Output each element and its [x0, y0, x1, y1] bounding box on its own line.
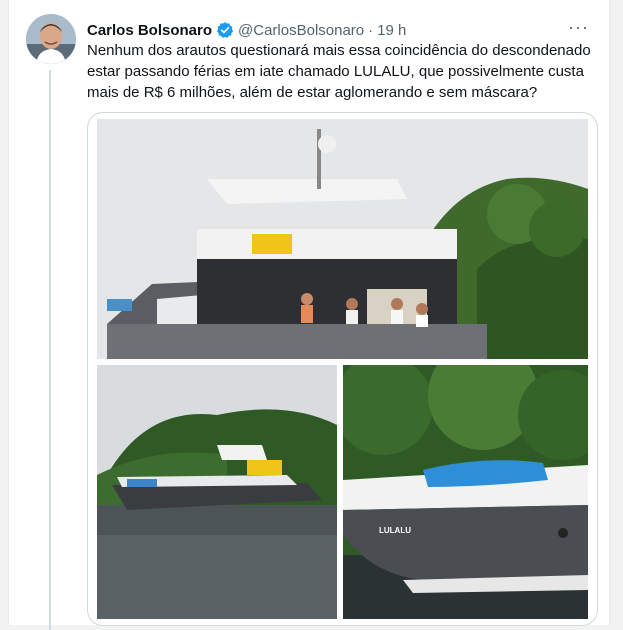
tweet-timestamp[interactable]: 19 h — [377, 22, 406, 39]
author-name[interactable]: Carlos Bolsonaro — [87, 22, 212, 39]
tweet-media-grid: LULALU — [87, 112, 598, 626]
more-options-icon[interactable]: ··· — [568, 18, 589, 36]
avatar[interactable] — [26, 14, 76, 64]
tweet-header: Carlos Bolsonaro @CarlosBolsonaro · 19 h… — [87, 18, 589, 40]
tweet-text: Nenhum dos arautos questionará mais essa… — [87, 42, 591, 101]
author-handle[interactable]: @CarlosBolsonaro — [238, 22, 364, 39]
photo-yacht-bow[interactable]: LULALU — [343, 365, 588, 619]
thread-line — [49, 70, 51, 630]
tweet-container: Carlos Bolsonaro @CarlosBolsonaro · 19 h… — [8, 0, 610, 630]
separator-dot: · — [368, 21, 374, 39]
photo-yacht-stern[interactable] — [97, 119, 588, 359]
photo-yacht-side[interactable] — [97, 365, 337, 619]
verified-badge-icon — [216, 21, 234, 39]
hull-name-label: LULALU — [379, 526, 411, 535]
